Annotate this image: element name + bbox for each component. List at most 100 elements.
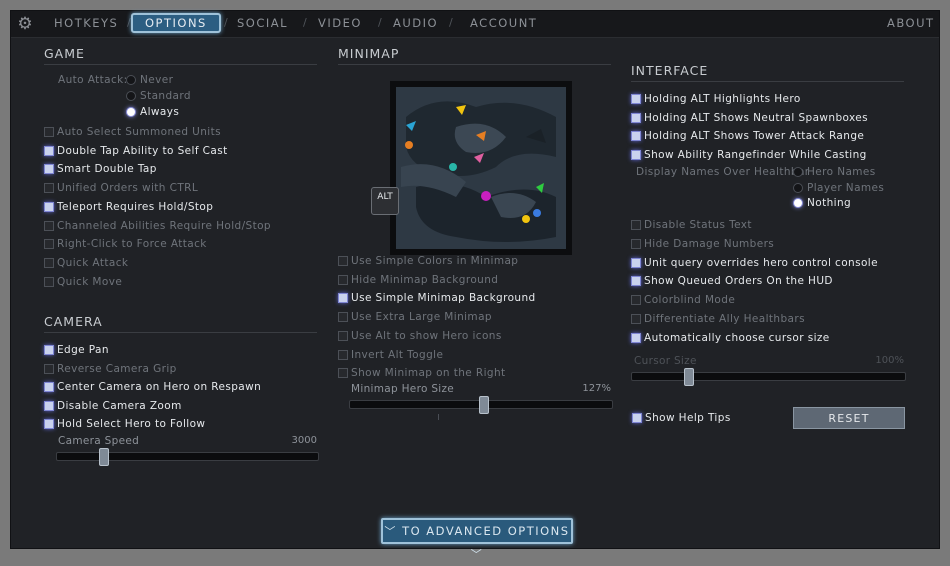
option-label: Right-Click to Force Attack xyxy=(57,238,207,251)
option-checkbox[interactable] xyxy=(631,112,641,123)
option-label: Reverse Camera Grip xyxy=(57,362,177,375)
option-checkbox[interactable] xyxy=(44,164,54,175)
option-label: Quick Attack xyxy=(57,256,129,269)
section-divider xyxy=(338,64,611,65)
radio-button[interactable] xyxy=(126,91,136,101)
option-label: Disable Camera Zoom xyxy=(57,399,182,412)
option-label: Hold Select Hero to Follow xyxy=(57,418,206,431)
option-label: Use Simple Colors in Minimap xyxy=(351,255,519,267)
tab-hotkeys[interactable]: HOTKEYS xyxy=(54,16,118,30)
tab-audio[interactable]: AUDIO xyxy=(393,16,438,30)
option-checkbox[interactable] xyxy=(631,220,641,230)
advanced-options-label: TO ADVANCED OPTIONS xyxy=(402,524,570,538)
option-checkbox[interactable] xyxy=(631,257,641,268)
option-checkbox[interactable] xyxy=(631,276,641,287)
cursor-size-slider-thumb[interactable] xyxy=(684,368,695,386)
option-checkbox[interactable] xyxy=(338,349,348,360)
option-checkbox[interactable] xyxy=(44,276,54,287)
option-checkbox[interactable] xyxy=(44,201,54,212)
alt-key-hint: ALT xyxy=(371,187,399,215)
option-checkbox[interactable] xyxy=(631,131,641,142)
option-label: Edge Pan xyxy=(57,344,109,356)
option-checkbox[interactable] xyxy=(338,330,348,341)
camera-speed-slider[interactable] xyxy=(56,452,319,461)
camera-section-title: CAMERA xyxy=(44,314,103,329)
option-checkbox[interactable] xyxy=(338,368,348,379)
option-checkbox[interactable] xyxy=(44,239,54,250)
about-link[interactable]: ABOUT xyxy=(887,16,935,30)
option-checkbox[interactable] xyxy=(44,400,54,411)
option-checkbox[interactable] xyxy=(631,314,641,324)
tab-separator: / xyxy=(449,16,453,29)
radio-button[interactable] xyxy=(793,198,803,209)
tab-options[interactable]: OPTIONS xyxy=(131,13,221,33)
section-divider xyxy=(631,81,904,82)
radio-button[interactable] xyxy=(793,167,803,177)
option-label: Invert Alt Toggle xyxy=(351,348,444,361)
option-label: Center Camera on Hero on Respawn xyxy=(57,381,262,394)
radio-button[interactable] xyxy=(126,75,136,85)
option-checkbox[interactable] xyxy=(44,127,54,137)
option-checkbox[interactable] xyxy=(44,183,54,194)
option-checkbox[interactable] xyxy=(44,220,54,231)
tab-separator: / xyxy=(224,16,228,29)
camera-speed-slider-thumb[interactable] xyxy=(98,448,109,466)
cursor-size-slider[interactable] xyxy=(631,372,906,381)
radio-button[interactable] xyxy=(126,107,136,117)
option-checkbox[interactable] xyxy=(44,345,54,355)
gear-icon[interactable]: ⚙ xyxy=(16,15,34,33)
option-checkbox[interactable] xyxy=(44,145,54,156)
option-checkbox[interactable] xyxy=(44,257,54,268)
advanced-options-button[interactable]: ﹀ TO ADVANCED OPTIONS ﹀ xyxy=(381,518,573,561)
chevron-down-icon: ﹀ xyxy=(384,525,397,538)
radio-label: Hero Names xyxy=(807,166,876,178)
option-label: Teleport Requires Hold/Stop xyxy=(57,200,214,213)
minimap-preview xyxy=(390,81,572,255)
option-label: Smart Double Tap xyxy=(57,163,157,176)
option-checkbox[interactable] xyxy=(44,363,54,374)
show-help-tips-checkbox[interactable] xyxy=(632,413,642,423)
option-label: Holding ALT Shows Tower Attack Range xyxy=(644,130,865,143)
radio-button[interactable] xyxy=(793,182,803,193)
tab-video[interactable]: VIDEO xyxy=(318,16,362,30)
option-label: Quick Move xyxy=(57,275,123,288)
option-label: Double Tap Ability to Self Cast xyxy=(57,144,228,157)
tab-account[interactable]: ACCOUNT xyxy=(470,16,537,30)
option-label: Disable Status Text xyxy=(644,219,752,231)
option-checkbox[interactable] xyxy=(338,293,348,304)
display-names-label: Display Names Over Healthbar xyxy=(636,166,810,178)
option-checkbox[interactable] xyxy=(631,149,641,160)
tab-social[interactable]: SOCIAL xyxy=(237,16,288,30)
minimap-hero-size-value: 127% xyxy=(582,383,611,394)
radio-label: Never xyxy=(140,74,174,86)
option-checkbox[interactable] xyxy=(631,295,641,306)
tab-separator: / xyxy=(378,16,382,29)
top-nav-bar: ⚙ HOTKEYS / OPTIONS / SOCIAL / VIDEO / A… xyxy=(11,11,939,38)
auto-attack-label: Auto Attack: xyxy=(58,74,128,86)
option-checkbox[interactable] xyxy=(338,274,348,285)
camera-speed-label: Camera Speed xyxy=(58,435,140,447)
option-checkbox[interactable] xyxy=(44,382,54,393)
slider-tick xyxy=(438,414,439,420)
option-checkbox[interactable] xyxy=(631,332,641,343)
option-label: Use Simple Minimap Background xyxy=(351,292,536,305)
option-label: Use Extra Large Minimap xyxy=(351,311,492,324)
settings-window: ⚙ HOTKEYS / OPTIONS / SOCIAL / VIDEO / A… xyxy=(10,10,940,561)
option-checkbox[interactable] xyxy=(338,312,348,323)
option-label: Unified Orders with CTRL xyxy=(57,182,199,195)
option-checkbox[interactable] xyxy=(631,94,641,104)
option-checkbox[interactable] xyxy=(338,256,348,266)
option-checkbox[interactable] xyxy=(631,238,641,249)
game-section-title: GAME xyxy=(44,46,85,61)
show-help-tips-label: Show Help Tips xyxy=(645,412,731,424)
option-label: Holding ALT Highlights Hero xyxy=(644,93,801,105)
option-label: Colorblind Mode xyxy=(644,294,736,307)
option-checkbox[interactable] xyxy=(44,419,54,430)
option-label: Automatically choose cursor size xyxy=(644,331,830,344)
tab-separator: / xyxy=(303,16,307,29)
radio-label: Nothing xyxy=(807,197,852,210)
chevron-down-icon: ﹀ xyxy=(470,548,484,561)
section-divider xyxy=(44,332,317,333)
reset-button[interactable]: RESET xyxy=(793,407,905,429)
minimap-hero-size-slider-thumb[interactable] xyxy=(478,396,489,414)
